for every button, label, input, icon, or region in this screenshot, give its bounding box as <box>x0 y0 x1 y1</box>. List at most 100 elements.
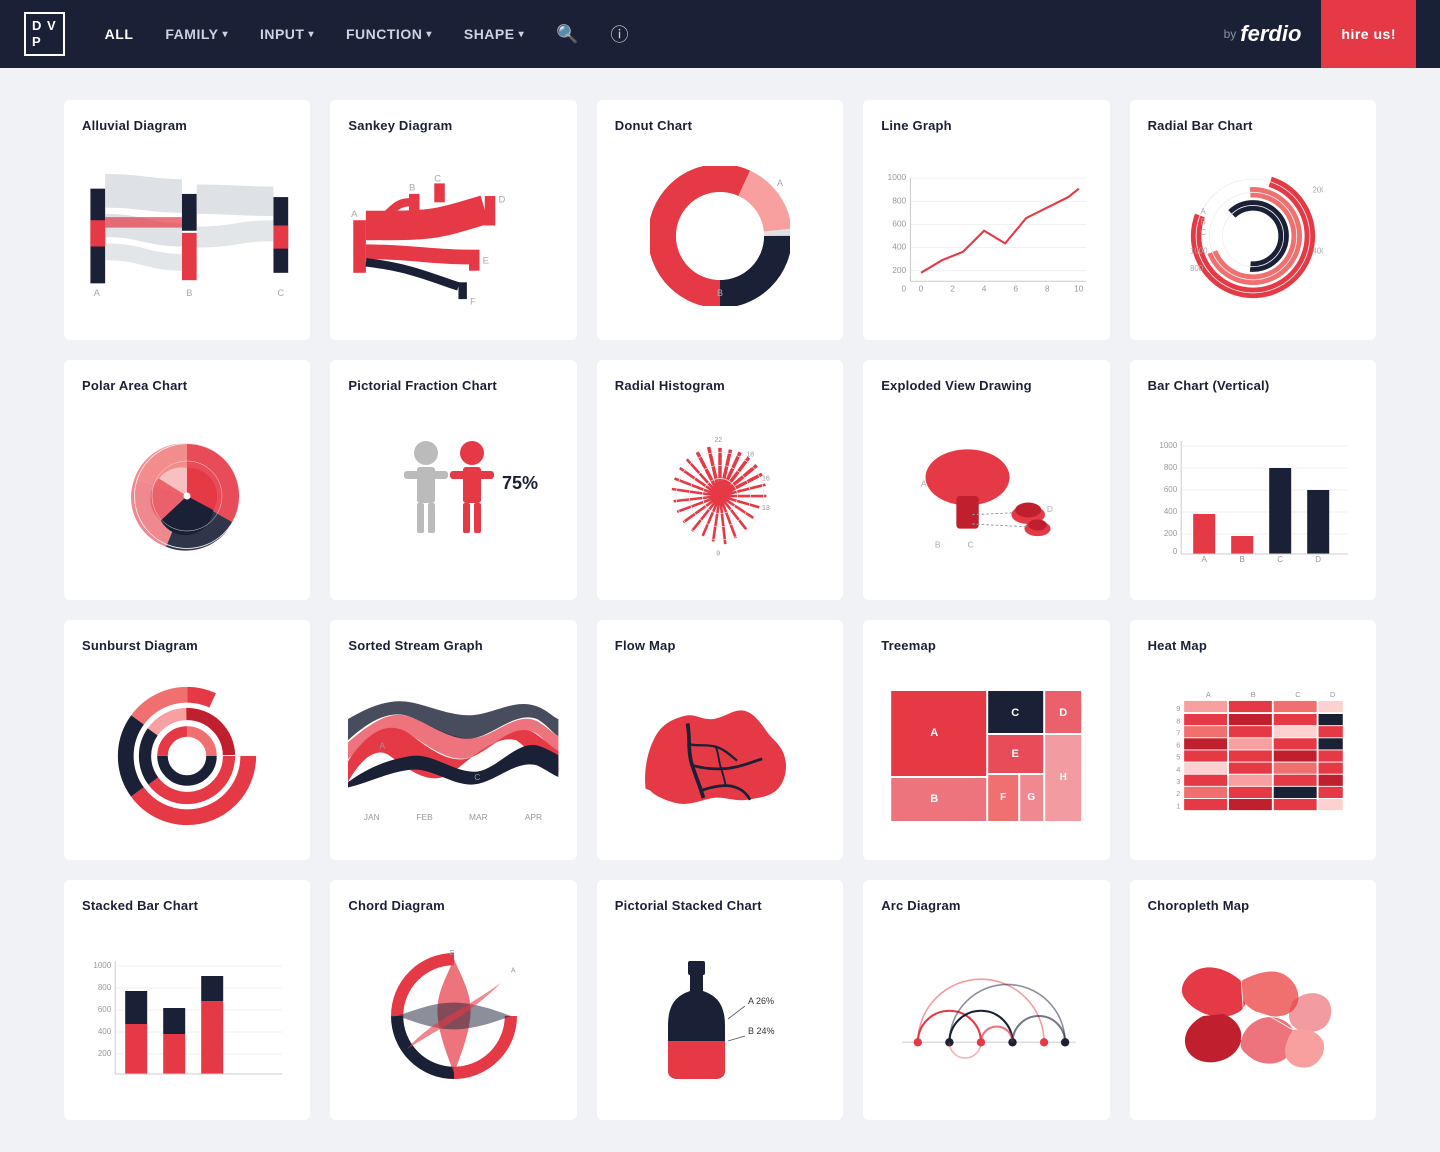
svg-text:2: 2 <box>950 283 955 293</box>
svg-text:E: E <box>450 949 455 956</box>
svg-text:A: A <box>352 209 359 220</box>
svg-text:C: C <box>1011 707 1019 719</box>
chart-visual-alluvial: A B C <box>82 145 292 326</box>
chart-title-radialhistogram: Radial Histogram <box>615 378 825 393</box>
chart-card-linegraph[interactable]: Line Graph 1000 800 600 400 200 0 <box>863 100 1109 340</box>
nav-function[interactable]: FUNCTION ▾ <box>346 26 432 42</box>
chart-visual-barchart: 1000 800 600 400 200 0 <box>1148 405 1358 586</box>
chart-visual-sunburst <box>82 665 292 846</box>
svg-text:13: 13 <box>762 505 770 512</box>
svg-text:D: D <box>532 719 538 729</box>
chart-card-streamgraph[interactable]: Sorted Stream Graph A C D JAN <box>330 620 576 860</box>
chart-title-linegraph: Line Graph <box>881 118 1091 133</box>
svg-text:7: 7 <box>1176 728 1180 737</box>
svg-text:800: 800 <box>1190 264 1204 273</box>
chart-card-heatmap[interactable]: Heat Map A B C D 9 8 7 6 5 4 3 2 <box>1130 620 1376 860</box>
chart-card-alluvial[interactable]: Alluvial Diagram <box>64 100 310 340</box>
brand-name[interactable]: ferdio <box>1240 21 1301 47</box>
chart-card-polararea[interactable]: Polar Area Chart <box>64 360 310 600</box>
chart-visual-treemap: A C D B E F <box>881 665 1091 846</box>
svg-text:800: 800 <box>892 195 906 205</box>
svg-text:B: B <box>409 182 415 193</box>
svg-text:1000: 1000 <box>93 961 111 970</box>
chart-visual-donut: B A <box>615 145 825 326</box>
chart-card-arcdiagram[interactable]: Arc Diagram <box>863 880 1109 1120</box>
svg-text:6: 6 <box>1176 740 1180 749</box>
svg-text:A: A <box>1205 690 1210 699</box>
svg-text:800: 800 <box>1163 463 1177 472</box>
chart-title-radialbar: Radial Bar Chart <box>1148 118 1358 133</box>
svg-text:A: A <box>510 967 515 974</box>
chart-visual-linegraph: 1000 800 600 400 200 0 0 2 4 6 8 10 <box>881 145 1091 326</box>
svg-text:0: 0 <box>902 283 907 293</box>
svg-text:C: C <box>1295 690 1301 699</box>
svg-text:0: 0 <box>919 283 924 293</box>
svg-text:B: B <box>186 287 192 298</box>
svg-text:4: 4 <box>1176 764 1180 773</box>
chart-title-sankey: Sankey Diagram <box>348 118 558 133</box>
chart-card-radialbar[interactable]: Radial Bar Chart A B C <box>1130 100 1376 340</box>
svg-text:APR: APR <box>525 812 542 822</box>
svg-text:3: 3 <box>1176 777 1180 786</box>
chart-card-pictorialfraction[interactable]: Pictorial Fraction Chart 75% <box>330 360 576 600</box>
chart-visual-radialhistogram: 22 18 16 13 9 <box>615 405 825 586</box>
svg-text:400: 400 <box>1163 507 1177 516</box>
svg-text:B: B <box>1250 690 1255 699</box>
svg-text:200: 200 <box>1163 529 1177 538</box>
chart-title-donut: Donut Chart <box>615 118 825 133</box>
search-icon[interactable]: 🔍 <box>556 24 578 45</box>
chart-card-barchart[interactable]: Bar Chart (Vertical) 1000 800 600 400 20… <box>1130 360 1376 600</box>
svg-text:1: 1 <box>1176 801 1180 810</box>
dvp-logo[interactable]: D V P <box>24 12 65 55</box>
chart-visual-pictorialstacked: A 26% B 24% <box>615 925 825 1106</box>
svg-text:C: C <box>475 772 481 782</box>
chart-title-choropleth: Choropleth Map <box>1148 898 1358 913</box>
chart-title-explodedview: Exploded View Drawing <box>881 378 1091 393</box>
svg-text:5: 5 <box>1176 752 1180 761</box>
svg-text:400: 400 <box>892 241 906 251</box>
info-icon[interactable]: ⓘ <box>611 21 629 47</box>
svg-text:8: 8 <box>1045 283 1050 293</box>
svg-text:C: C <box>968 539 974 549</box>
chart-visual-streamgraph: A C D JAN FEB MAR APR <box>348 665 558 846</box>
svg-text:200: 200 <box>892 264 906 274</box>
nav-all[interactable]: ALL <box>105 26 134 42</box>
main-nav: D V P ALL FAMILY ▾ INPUT ▾ FUNCTION ▾ SH… <box>0 0 1440 68</box>
chart-title-streamgraph: Sorted Stream Graph <box>348 638 558 653</box>
chart-card-sankey[interactable]: Sankey Diagram <box>330 100 576 340</box>
svg-text:10: 10 <box>1074 283 1084 293</box>
nav-shape[interactable]: SHAPE ▾ <box>464 26 524 42</box>
chart-card-flowmap[interactable]: Flow Map <box>597 620 843 860</box>
chart-card-sunburst[interactable]: Sunburst Diagram <box>64 620 310 860</box>
svg-text:H: H <box>1060 772 1067 783</box>
svg-text:JAN: JAN <box>364 812 380 822</box>
svg-text:800: 800 <box>98 983 112 992</box>
chart-card-stackedbar[interactable]: Stacked Bar Chart 1000 800 600 400 200 <box>64 880 310 1120</box>
nav-input[interactable]: INPUT ▾ <box>260 26 314 42</box>
svg-text:A: A <box>921 478 927 488</box>
svg-text:C: C <box>1200 228 1206 237</box>
svg-text:A: A <box>1201 555 1207 564</box>
svg-text:B: B <box>717 288 723 298</box>
by-label: by <box>1224 27 1237 41</box>
svg-text:600: 600 <box>98 1005 112 1014</box>
chart-visual-stackedbar: 1000 800 600 400 200 <box>82 925 292 1106</box>
chart-title-polararea: Polar Area Chart <box>82 378 292 393</box>
hire-button[interactable]: hire us! <box>1321 0 1416 68</box>
chart-card-radialhistogram[interactable]: Radial Histogram <box>597 360 843 600</box>
svg-text:1000: 1000 <box>1190 246 1208 255</box>
chart-title-pictorialstacked: Pictorial Stacked Chart <box>615 898 825 913</box>
chart-card-chord[interactable]: Chord Diagram E A <box>330 880 576 1120</box>
chart-visual-heatmap: A B C D 9 8 7 6 5 4 3 2 1 <box>1148 665 1358 846</box>
chart-card-choropleth[interactable]: Choropleth Map <box>1130 880 1376 1120</box>
chart-card-donut[interactable]: Donut Chart B A <box>597 100 843 340</box>
chart-visual-radialbar: A B C 200 400 1000 800 <box>1148 145 1358 326</box>
svg-text:600: 600 <box>892 218 906 228</box>
chart-card-treemap[interactable]: Treemap A C D B E <box>863 620 1109 860</box>
svg-text:600: 600 <box>1163 485 1177 494</box>
chart-card-pictorialstacked[interactable]: Pictorial Stacked Chart A 26% B 24% <box>597 880 843 1120</box>
chart-card-explodedview[interactable]: Exploded View Drawing <box>863 360 1109 600</box>
chart-title-stackedbar: Stacked Bar Chart <box>82 898 292 913</box>
chart-title-arcdiagram: Arc Diagram <box>881 898 1091 913</box>
nav-family[interactable]: FAMILY ▾ <box>165 26 228 42</box>
